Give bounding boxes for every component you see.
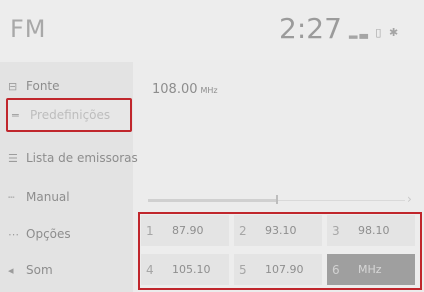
preset-frequency: MHz <box>358 263 382 276</box>
preset-4[interactable]: 4 105.10 <box>141 254 229 285</box>
status-icons: ▂▃ ▯ ✱ <box>349 26 400 39</box>
sidebar-item-presets[interactable]: ═ Predefinições <box>6 98 132 132</box>
clock: 2:27 <box>279 12 342 45</box>
preset-number: 1 <box>146 223 154 238</box>
phone-icon: ▯ <box>375 26 384 39</box>
sidebar-item-station-list[interactable]: ☰ Lista de emissoras <box>8 146 138 170</box>
frequency-unit: MHz <box>200 86 218 95</box>
manual-tune-icon: ┄ <box>8 190 15 204</box>
sidebar-item-manual[interactable]: ┄ Manual <box>8 185 70 209</box>
current-frequency: 108.00 MHz <box>152 82 218 97</box>
sidebar-item-label: Fonte <box>26 79 60 93</box>
preset-3[interactable]: 3 98.10 <box>327 215 415 246</box>
preset-number: 4 <box>146 262 154 277</box>
page-title: FM <box>10 15 47 43</box>
preset-frequency: 98.10 <box>358 224 390 237</box>
preset-number: 6 <box>332 262 340 277</box>
preset-1[interactable]: 1 87.90 <box>141 215 229 246</box>
preset-number: 3 <box>332 223 340 238</box>
sidebar-item-sound[interactable]: ◂ Som <box>8 258 53 282</box>
presets-icon: ═ <box>12 108 19 122</box>
next-page-arrow-icon[interactable]: › <box>407 192 412 206</box>
sidebar: ⊟ Fonte ═ Predefinições ☰ Lista de emiss… <box>0 62 138 292</box>
radio-screen: FM 2:27 ▂▃ ▯ ✱ ⊟ Fonte ═ Predefinições ☰… <box>0 0 424 292</box>
sound-icon: ◂ <box>8 263 14 277</box>
preset-2[interactable]: 2 93.10 <box>234 215 322 246</box>
bluetooth-icon: ✱ <box>388 26 401 39</box>
options-icon: ⋯ <box>8 227 19 241</box>
preset-6[interactable]: 6 MHz <box>327 254 415 285</box>
sidebar-item-source[interactable]: ⊟ Fonte <box>8 74 60 98</box>
preset-frequency: 105.10 <box>172 263 211 276</box>
source-icon: ⊟ <box>8 79 18 93</box>
preset-number: 2 <box>239 223 247 238</box>
preset-number: 5 <box>239 262 247 277</box>
sidebar-item-options[interactable]: ⋯ Opções <box>8 222 71 246</box>
preset-frequency: 107.90 <box>265 263 304 276</box>
status-bar: FM 2:27 ▂▃ ▯ ✱ <box>0 0 424 60</box>
sidebar-item-label: Predefinições <box>30 108 111 122</box>
preset-page-indicator[interactable] <box>148 195 405 204</box>
station-list-icon: ☰ <box>8 151 18 165</box>
sidebar-item-label: Som <box>26 263 53 277</box>
sidebar-item-label: Lista de emissoras <box>26 151 138 165</box>
preset-frequency: 93.10 <box>265 224 297 237</box>
sidebar-item-label: Opções <box>26 227 71 241</box>
page-knob[interactable] <box>275 195 278 204</box>
sidebar-item-label: Manual <box>26 190 70 204</box>
signal-icon: ▂▃ <box>349 26 370 39</box>
page-fill <box>148 199 277 202</box>
preset-frequency: 87.90 <box>172 224 204 237</box>
preset-5[interactable]: 5 107.90 <box>234 254 322 285</box>
preset-grid: 1 87.90 2 93.10 3 98.10 4 105.10 5 107.9… <box>138 212 422 290</box>
frequency-value: 108.00 <box>152 82 198 97</box>
